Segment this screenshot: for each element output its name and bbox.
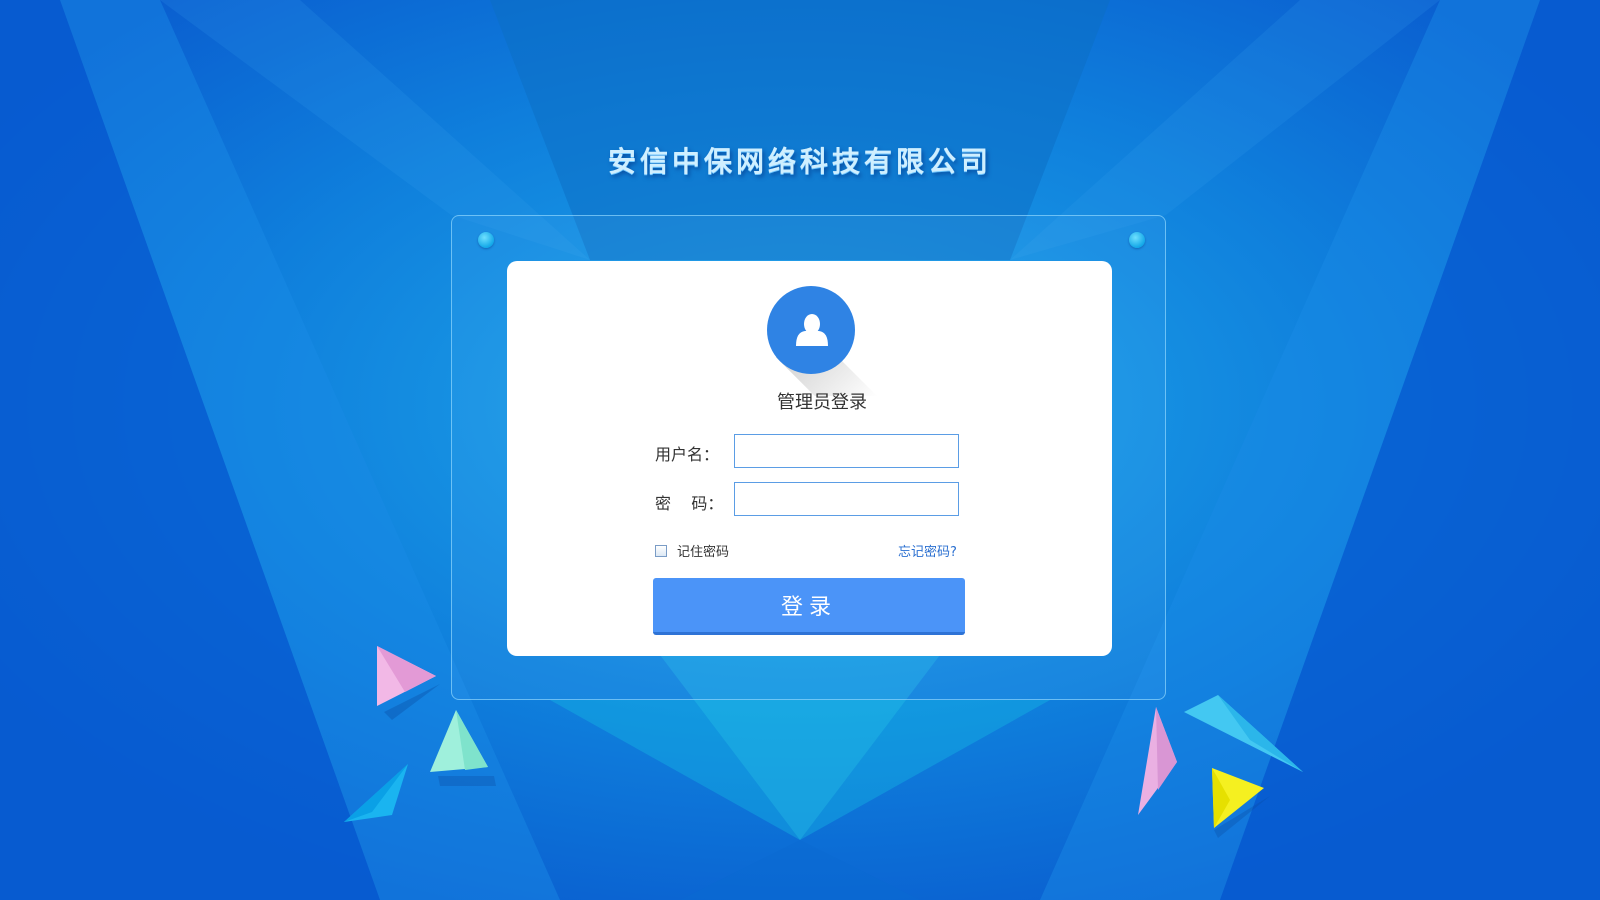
- screw-decoration: [1129, 232, 1145, 248]
- forgot-password-link[interactable]: 忘记密码?: [898, 541, 957, 560]
- remember-password-row[interactable]: 记住密码: [655, 541, 729, 560]
- login-title: 管理员登录: [777, 392, 867, 413]
- password-input[interactable]: [734, 482, 959, 516]
- screw-decoration: [478, 232, 494, 248]
- remember-password-label: 记住密码: [677, 545, 730, 560]
- login-button[interactable]: 登录: [653, 578, 965, 635]
- remember-password-checkbox[interactable]: [655, 544, 667, 557]
- user-icon: [796, 314, 828, 346]
- username-input[interactable]: [734, 434, 959, 468]
- password-label: 密 码：: [655, 494, 724, 513]
- company-title: 安信中保网络科技有限公司: [607, 145, 992, 178]
- avatar-container: [767, 286, 907, 396]
- avatar: [767, 286, 855, 374]
- username-label: 用户名：: [655, 445, 720, 464]
- login-card: 管理员登录 用户名： 密 码： 记住密码 忘记密码? 登录: [507, 261, 1112, 656]
